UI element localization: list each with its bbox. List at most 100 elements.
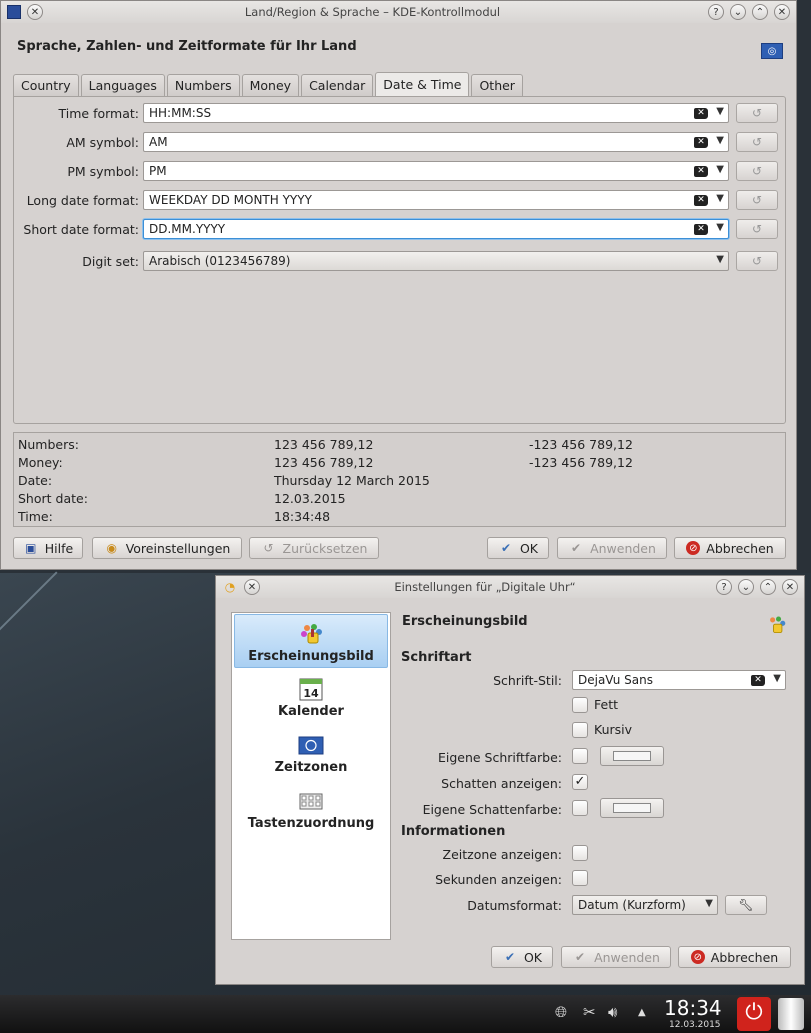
ok-button[interactable]: ✔ OK — [491, 946, 553, 968]
clear-icon[interactable]: ✕ — [694, 195, 708, 206]
preview-row: Date: Thursday 12 March 2015 — [14, 473, 787, 491]
font-style-combo[interactable]: DejaVu Sans ✕ ▼ — [572, 670, 786, 690]
own-font-color-checkbox[interactable] — [572, 748, 588, 764]
cancel-button[interactable]: ⊘ Abbrechen — [678, 946, 791, 968]
close-icon[interactable]: ✕ — [782, 579, 798, 595]
maximize-icon[interactable]: ⌃ — [760, 579, 776, 595]
nav-label: Tastenzuordnung — [247, 816, 375, 831]
italic-checkbox[interactable] — [572, 722, 588, 738]
chevron-down-icon[interactable]: ▼ — [716, 193, 724, 204]
chevron-down-icon[interactable]: ▼ — [716, 254, 724, 265]
nav-item-timezones[interactable]: Zeitzonen — [234, 726, 388, 780]
date-format-select[interactable]: Datum (Kurzform) ▼ — [572, 895, 718, 915]
short-date-combo[interactable]: DD.MM.YYYY ✕ ▼ — [143, 219, 729, 239]
window2-titlebar[interactable]: ◔ ✕ Einstellungen für „Digitale Uhr“ ? ⌄… — [216, 576, 804, 598]
preview-value: 18:34:48 — [274, 509, 331, 524]
close-icon[interactable]: ✕ — [27, 4, 43, 20]
cancel-icon: ⊘ — [686, 541, 701, 555]
long-date-combo[interactable]: WEEKDAY DD MONTH YYYY ✕ ▼ — [143, 190, 729, 210]
reset-icon[interactable]: ↺ — [736, 219, 778, 239]
trash-icon[interactable] — [778, 998, 804, 1030]
cancel-button[interactable]: ⊘ Abbrechen — [674, 537, 786, 559]
nav-item-calendar[interactable]: 14 Kalender — [234, 670, 388, 724]
check-icon: ✔ — [575, 950, 586, 964]
preview-row: Time: 18:34:48 — [14, 509, 787, 527]
tab-languages[interactable]: Languages — [80, 74, 165, 96]
tab-date-time[interactable]: Date & Time — [375, 72, 470, 96]
close-icon[interactable]: ✕ — [774, 4, 790, 20]
volume-icon[interactable]: 🔊︎ — [608, 1003, 617, 1021]
clear-icon[interactable]: ✕ — [751, 675, 765, 686]
am-symbol-combo[interactable]: AM ✕ ▼ — [143, 132, 729, 152]
show-shadow-checkbox[interactable]: ✓ — [572, 774, 588, 790]
help-icon[interactable]: ? — [716, 579, 732, 595]
tab-numbers[interactable]: Numbers — [166, 74, 240, 96]
clear-icon[interactable]: ✕ — [694, 108, 708, 119]
preview-label: Short date: — [18, 491, 88, 506]
close-icon[interactable]: ✕ — [244, 579, 260, 595]
chevron-down-icon[interactable]: ▼ — [716, 222, 724, 233]
clock-time[interactable]: 18:34 — [664, 996, 722, 1020]
defaults-button[interactable]: ◉ Voreinstellungen — [92, 537, 242, 559]
bold-checkbox[interactable] — [572, 697, 588, 713]
nav-item-shortcuts[interactable]: Tastenzuordnung — [234, 782, 388, 836]
minimize-icon[interactable]: ⌄ — [738, 579, 754, 595]
check-icon: ✔ — [571, 541, 582, 555]
minimize-icon[interactable]: ⌄ — [730, 4, 746, 20]
apply-button[interactable]: ✔ Anwenden — [561, 946, 671, 968]
shadow-color-button[interactable] — [600, 798, 664, 818]
chevron-down-icon[interactable]: ▼ — [716, 135, 724, 146]
preview-negative: -123 456 789,12 — [529, 455, 633, 470]
clear-icon[interactable]: ✕ — [694, 137, 708, 148]
own-shadow-color-checkbox[interactable] — [572, 800, 588, 816]
help-book-icon: ▣ — [25, 541, 37, 555]
network-icon[interactable]: 🌐︎ — [555, 1003, 567, 1021]
help-icon[interactable]: ? — [708, 4, 724, 20]
digit-set-label: Digit set: — [82, 254, 139, 269]
power-icon[interactable]: ⏻ — [737, 997, 771, 1031]
chevron-down-icon[interactable]: ▼ — [716, 106, 724, 117]
tab-money[interactable]: Money — [241, 74, 300, 96]
clear-icon[interactable]: ✕ — [694, 166, 708, 177]
tab-other[interactable]: Other — [471, 74, 523, 96]
digit-set-value: Arabisch (0123456789) — [149, 254, 291, 268]
apply-button-label: Anwenden — [590, 540, 656, 556]
calendar-day: 14 — [303, 687, 319, 700]
defaults-button-label: Voreinstellungen — [125, 540, 231, 556]
digit-set-select[interactable]: Arabisch (0123456789) ▼ — [143, 251, 729, 271]
date-format-value: Datum (Kurzform) — [578, 898, 686, 912]
window2-title: Einstellungen für „Digitale Uhr“ — [394, 580, 576, 594]
tab-country[interactable]: Country — [13, 74, 79, 96]
keyboard-icon — [299, 793, 323, 810]
appearance-icon — [770, 616, 786, 634]
time-format-combo[interactable]: HH:MM:SS ✕ ▼ — [143, 103, 729, 123]
apply-button[interactable]: ✔ Anwenden — [557, 537, 667, 559]
reset-icon[interactable]: ↺ — [736, 190, 778, 210]
nav-item-appearance[interactable]: Erscheinungsbild — [234, 614, 388, 668]
reset-icon[interactable]: ↺ — [736, 103, 778, 123]
show-timezone-checkbox[interactable] — [572, 845, 588, 861]
maximize-icon[interactable]: ⌃ — [752, 4, 768, 20]
help-button[interactable]: ▣ Hilfe — [13, 537, 83, 559]
reset-icon[interactable]: ↺ — [736, 161, 778, 181]
show-seconds-checkbox[interactable] — [572, 870, 588, 886]
pm-symbol-combo[interactable]: PM ✕ ▼ — [143, 161, 729, 181]
clipboard-icon[interactable]: ✂ — [583, 1003, 596, 1021]
date-format-config-button[interactable]: 🔧︎ — [725, 895, 767, 915]
tab-calendar[interactable]: Calendar — [301, 74, 374, 96]
time-format-label: Time format: — [58, 106, 139, 121]
chevron-down-icon[interactable]: ▼ — [773, 673, 781, 684]
chevron-down-icon[interactable]: ▼ — [705, 898, 713, 909]
reset-button[interactable]: ↺ Zurücksetzen — [249, 537, 379, 559]
app-icon — [7, 5, 21, 19]
reset-icon[interactable]: ↺ — [736, 132, 778, 152]
reset-icon[interactable]: ↺ — [736, 251, 778, 271]
chevron-down-icon[interactable]: ▼ — [716, 164, 724, 175]
clear-icon[interactable]: ✕ — [694, 224, 708, 235]
font-color-button[interactable] — [600, 746, 664, 766]
ok-button[interactable]: ✔ OK — [487, 537, 549, 559]
window1-titlebar[interactable]: ✕ Land/Region & Sprache – KDE-Kontrollmo… — [1, 1, 796, 23]
appearance-icon — [301, 624, 322, 644]
tray-expand-icon[interactable]: ▲ — [638, 1007, 646, 1018]
page-heading: Sprache, Zahlen- und Zeitformate für Ihr… — [17, 39, 357, 54]
